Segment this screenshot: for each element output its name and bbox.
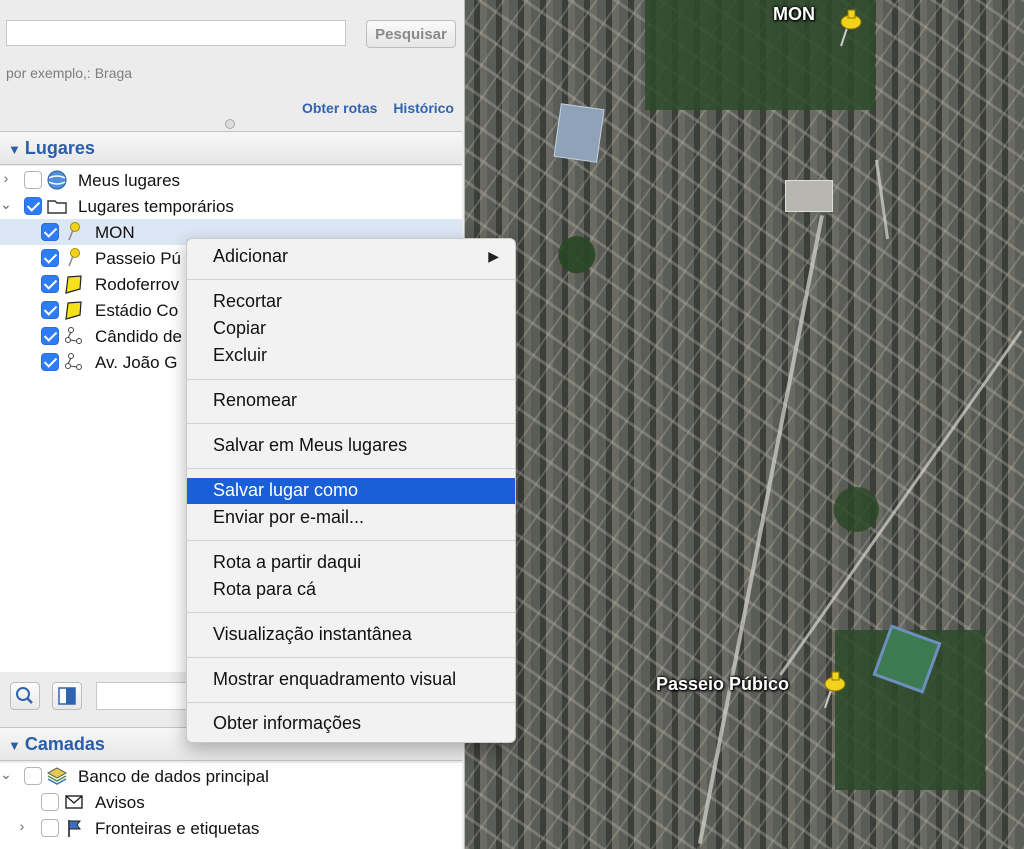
sidebar-toggle-icon (58, 687, 76, 705)
folder-icon (47, 200, 67, 214)
menu-separator (187, 612, 515, 613)
menu-item-save-place-as[interactable]: Salvar lugar como (187, 478, 515, 504)
menu-separator (187, 702, 515, 703)
triangle-down-icon: ▼ (8, 142, 21, 157)
checkbox[interactable] (24, 767, 42, 785)
history-link[interactable]: Histórico (393, 100, 454, 116)
menu-item-save-to-my-places[interactable]: Salvar em Meus lugares (187, 433, 515, 459)
checkbox[interactable] (41, 819, 59, 837)
get-routes-link[interactable]: Obter rotas (302, 100, 377, 116)
menu-item-get-info[interactable]: Obter informações (187, 711, 515, 737)
menu-item-cut[interactable]: Recortar (187, 289, 515, 315)
layer-item-borders[interactable]: › Fronteiras e etiquetas (0, 815, 462, 841)
map-building (553, 103, 605, 163)
menu-separator (187, 468, 515, 469)
context-menu: Adicionar ▶ Recortar Copiar Excluir Renom… (186, 238, 516, 743)
menu-separator (187, 279, 515, 280)
polygon-icon (65, 275, 82, 294)
tree-item-label: Cândido de (95, 327, 182, 346)
menu-separator (187, 540, 515, 541)
triangle-down-icon: ▼ (8, 738, 21, 753)
map-building (785, 180, 833, 212)
checkbox[interactable] (41, 353, 59, 371)
menu-separator (187, 379, 515, 380)
menu-item-add[interactable]: Adicionar ▶ (187, 244, 515, 270)
toggle-panel-button[interactable] (52, 682, 82, 710)
tree-item-label: Estádio Co (95, 301, 179, 320)
map-road (875, 159, 890, 240)
globe-icon (47, 170, 67, 190)
chevron-right-icon[interactable]: › (16, 818, 28, 834)
map-road (697, 215, 824, 845)
checkbox[interactable] (41, 301, 59, 319)
menu-item-show-bounding-box[interactable]: Mostrar enquadramento visual (187, 667, 515, 693)
satellite-map[interactable]: MON Passeio Púbico (465, 0, 1024, 849)
menu-item-delete[interactable]: Excluir (187, 343, 515, 369)
menu-item-route-from-here[interactable]: Rota a partir daqui (187, 550, 515, 576)
layer-item-primary-db[interactable]: ⌄ Banco de dados principal (0, 763, 462, 789)
checkbox[interactable] (24, 197, 42, 215)
layers-tree: ⌄ Banco de dados principal Avisos › Fron… (0, 763, 462, 849)
checkbox[interactable] (41, 327, 59, 345)
search-example-text: por exemplo,: Braga (6, 65, 133, 81)
path-icon (65, 353, 82, 370)
map-road (779, 330, 1023, 676)
menu-item-copy[interactable]: Copiar (187, 316, 515, 342)
tree-item-label: Meus lugares (78, 171, 181, 190)
checkbox[interactable] (24, 171, 42, 189)
tree-item-label: MON (95, 223, 135, 242)
tree-item-label: Rodoferrov (95, 275, 180, 294)
path-icon (65, 327, 82, 344)
pushpin-icon[interactable] (819, 670, 849, 710)
places-title: ▼ Lugares (8, 138, 95, 158)
menu-separator (187, 423, 515, 424)
pushpin-icon (68, 222, 80, 241)
panel-splitter-handle[interactable] (225, 119, 235, 129)
menu-item-snapshot-view[interactable]: Visualização instantânea (187, 622, 515, 648)
layers-stack-icon (46, 767, 68, 785)
submenu-arrow-icon: ▶ (488, 248, 499, 264)
tree-item-label: Passeio Pú (95, 249, 181, 268)
layer-label: Fronteiras e etiquetas (95, 819, 260, 838)
tree-item-label: Lugares temporários (78, 197, 234, 216)
envelope-icon (65, 795, 83, 809)
menu-separator (187, 657, 515, 658)
checkbox[interactable] (41, 249, 59, 267)
menu-item-rename[interactable]: Renomear (187, 388, 515, 414)
layers-title: ▼ Camadas (8, 734, 105, 754)
map-label-passeio-publico[interactable]: Passeio Púbico (656, 674, 789, 695)
flag-icon (68, 820, 81, 837)
menu-item-route-to-here[interactable]: Rota para cá (187, 577, 515, 603)
layer-label: Banco de dados principal (78, 767, 269, 786)
tree-item-my-places[interactable]: › Meus lugares (0, 167, 462, 193)
layer-label: Avisos (95, 793, 145, 812)
checkbox[interactable] (41, 223, 59, 241)
chevron-down-icon[interactable]: ⌄ (0, 766, 12, 783)
pushpin-icon (68, 248, 80, 267)
search-links: Obter rotas Histórico (290, 100, 454, 116)
places-header[interactable]: ▼ Lugares (0, 131, 462, 165)
polygon-icon (65, 301, 82, 320)
pushpin-icon[interactable] (835, 8, 865, 48)
magnifier-icon (16, 687, 33, 704)
search-button[interactable]: Pesquisar (366, 20, 456, 48)
tree-item-temporary-places[interactable]: ⌄ Lugares temporários (0, 193, 462, 219)
checkbox[interactable] (41, 793, 59, 811)
chevron-down-icon[interactable]: ⌄ (0, 196, 12, 213)
menu-item-email[interactable]: Enviar por e-mail... (187, 505, 515, 531)
checkbox[interactable] (41, 275, 59, 293)
chevron-right-icon[interactable]: › (0, 170, 12, 186)
search-input[interactable] (6, 20, 346, 46)
search-places-button[interactable] (10, 682, 40, 710)
tree-item-label: Av. João G (95, 353, 178, 372)
layer-item-notices[interactable]: Avisos (0, 789, 462, 815)
map-label-mon[interactable]: MON (773, 4, 815, 25)
